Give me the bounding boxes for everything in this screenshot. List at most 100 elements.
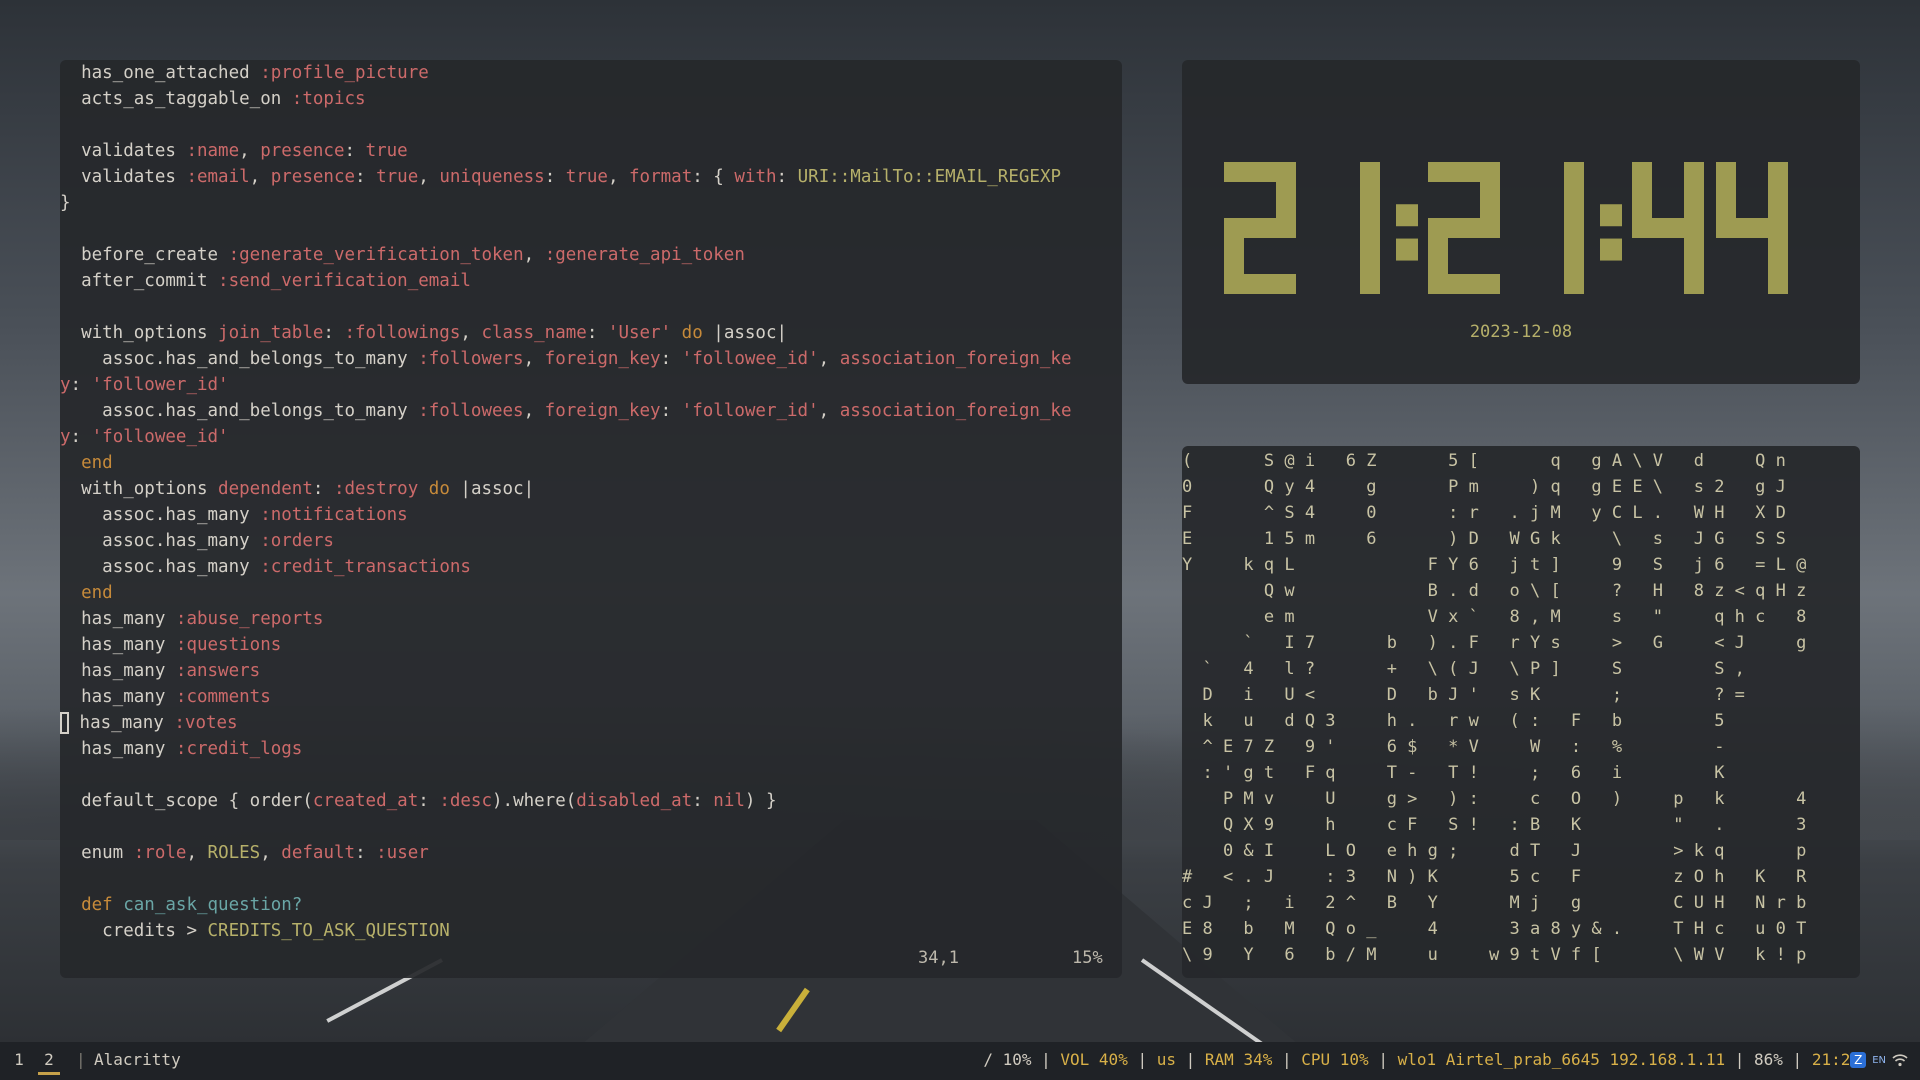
editor-window[interactable]: has_one_attached :profile_picture acts_a… bbox=[60, 60, 1122, 978]
code-token: } bbox=[60, 193, 71, 213]
code-token: association_foreign_ke bbox=[839, 349, 1072, 369]
code-line[interactable] bbox=[60, 216, 1122, 242]
code-line[interactable]: end bbox=[60, 450, 1122, 476]
code-token: :name bbox=[186, 141, 240, 161]
code-line[interactable] bbox=[60, 294, 1122, 320]
zulip-tray-icon[interactable]: Z bbox=[1850, 1052, 1867, 1068]
code-token: 'User' bbox=[607, 323, 672, 343]
clock-colon-dot bbox=[1600, 204, 1622, 227]
code-token: , bbox=[460, 323, 482, 343]
code-line[interactable]: has_many :abuse_reports bbox=[60, 606, 1122, 632]
scroll-percent: 15% bbox=[1072, 948, 1103, 968]
code-token: has_many bbox=[81, 635, 176, 655]
code-line[interactable] bbox=[60, 814, 1122, 840]
code-token: has_many bbox=[81, 739, 176, 759]
matrix-row: Y k q L F Y 6 j t ] 9 S j 6 = L @ bbox=[1182, 555, 1807, 575]
code-token: true bbox=[365, 141, 408, 161]
code-line[interactable]: assoc.has_and_belongs_to_many :followers… bbox=[60, 346, 1122, 372]
matrix-row: Q X 9 h c F S ! : B K " . 3 bbox=[1182, 815, 1807, 835]
code-line[interactable] bbox=[60, 866, 1122, 892]
matrix-row: ` 4 l ? + \ ( J \ P ] S S , bbox=[1182, 659, 1745, 679]
code-buffer[interactable]: has_one_attached :profile_picture acts_a… bbox=[60, 60, 1122, 944]
status-segment: | bbox=[1272, 1050, 1302, 1069]
code-token: :user bbox=[376, 843, 429, 863]
code-line[interactable]: y: 'follower_id' bbox=[60, 372, 1122, 398]
code-line[interactable]: default_scope { order(created_at: :desc)… bbox=[60, 788, 1122, 814]
code-line[interactable] bbox=[60, 112, 1122, 138]
code-token: :questions bbox=[175, 635, 282, 655]
matrix-row: Q w B . d o \ [ ? H 8 z < q H z bbox=[1182, 581, 1807, 601]
matrix-row: D i U < D b J ' s K ; ? = bbox=[1182, 685, 1745, 705]
window-title: Alacritty bbox=[94, 1050, 181, 1069]
code-line[interactable]: has_many :credit_logs bbox=[60, 736, 1122, 762]
code-line[interactable]: has_many :questions bbox=[60, 632, 1122, 658]
keyboard-layout[interactable]: EN bbox=[1872, 1055, 1886, 1066]
code-token: :followers bbox=[418, 349, 524, 369]
clock-date: 2023-12-08 bbox=[1469, 322, 1573, 342]
code-token: :email bbox=[186, 167, 250, 187]
matrix-row: \ 9 Y 6 b / M u w 9 t V f [ \ W V k ! p bbox=[1182, 945, 1807, 965]
code-line[interactable]: enum :role, ROLES, default: :user bbox=[60, 840, 1122, 866]
code-token: : bbox=[692, 791, 714, 811]
code-token: end bbox=[81, 453, 113, 473]
code-line[interactable]: def can_ask_question? bbox=[60, 892, 1122, 918]
code-token: uniqueness bbox=[439, 167, 545, 187]
code-token: , bbox=[523, 245, 545, 265]
status-segment: / 10% bbox=[983, 1050, 1032, 1069]
code-token: foreign_key bbox=[544, 401, 661, 421]
code-token: after_commit bbox=[81, 271, 219, 291]
code-line[interactable]: has_many :comments bbox=[60, 684, 1122, 710]
code-line[interactable]: credits > CREDITS_TO_ASK_QUESTION bbox=[60, 918, 1122, 944]
code-token: , bbox=[818, 349, 840, 369]
code-line[interactable]: has_many :votes bbox=[60, 710, 1122, 736]
status-segment: RAM 34% bbox=[1204, 1050, 1273, 1069]
code-token: created_at bbox=[312, 791, 419, 811]
workspace-2[interactable]: 2 bbox=[38, 1050, 60, 1075]
code-token: , bbox=[186, 843, 208, 863]
code-line[interactable]: with_options dependent: :destroy do |ass… bbox=[60, 476, 1122, 502]
code-token: do bbox=[428, 479, 450, 499]
code-line[interactable]: has_many :answers bbox=[60, 658, 1122, 684]
code-token: has_many bbox=[79, 713, 175, 733]
code-line[interactable]: validates :name, presence: true bbox=[60, 138, 1122, 164]
code-token: , bbox=[249, 167, 271, 187]
workspace-1[interactable]: 1 bbox=[8, 1050, 30, 1069]
code-token: :generate_verification_token bbox=[228, 245, 524, 265]
code-line[interactable]: with_options join_table: :followings, cl… bbox=[60, 320, 1122, 346]
code-line[interactable]: after_commit :send_verification_email bbox=[60, 268, 1122, 294]
code-token: :notifications bbox=[260, 505, 408, 525]
code-line[interactable]: assoc.has_many :notifications bbox=[60, 502, 1122, 528]
code-token: ).where( bbox=[492, 791, 577, 811]
code-token: :comments bbox=[175, 687, 271, 707]
code-token: def bbox=[81, 895, 113, 915]
code-token: y bbox=[60, 375, 71, 395]
code-line[interactable]: before_create :generate_verification_tok… bbox=[60, 242, 1122, 268]
code-line[interactable]: assoc.has_many :orders bbox=[60, 528, 1122, 554]
code-line[interactable]: assoc.has_many :credit_transactions bbox=[60, 554, 1122, 580]
code-line[interactable]: end bbox=[60, 580, 1122, 606]
code-line[interactable]: acts_as_taggable_on :topics bbox=[60, 86, 1122, 112]
code-token: ) } bbox=[744, 791, 777, 811]
code-line[interactable]: has_one_attached :profile_picture bbox=[60, 60, 1122, 86]
code-line[interactable]: } bbox=[60, 190, 1122, 216]
code-line[interactable]: y: 'followee_id' bbox=[60, 424, 1122, 450]
matrix-rain-window: ( S @ i 6 Z 5 [ q g A \ V d Q n 0 Q y 4 g… bbox=[1182, 446, 1860, 978]
wifi-icon[interactable] bbox=[1892, 1053, 1908, 1067]
matrix-row: ` I 7 b ) . F r Y s > G < J g bbox=[1182, 633, 1807, 653]
code-line[interactable]: validates :email, presence: true, unique… bbox=[60, 164, 1122, 190]
code-token: : { bbox=[692, 167, 735, 187]
code-token: : bbox=[312, 479, 334, 499]
code-token: , bbox=[260, 843, 282, 863]
code-token: , bbox=[818, 401, 840, 421]
code-token: :answers bbox=[175, 661, 261, 681]
matrix-row: k u d Q 3 h . r w ( : F b 5 bbox=[1182, 711, 1725, 731]
code-token: has_many bbox=[81, 609, 176, 629]
code-line[interactable]: assoc.has_and_belongs_to_many :followees… bbox=[60, 398, 1122, 424]
status-segment: CPU 10% bbox=[1301, 1050, 1369, 1069]
matrix-row: E 1 5 m 6 ) D W G k \ s J G S S bbox=[1182, 529, 1786, 549]
code-line[interactable] bbox=[60, 762, 1122, 788]
code-token: assoc.has_many bbox=[102, 531, 261, 551]
text-cursor bbox=[60, 712, 69, 734]
